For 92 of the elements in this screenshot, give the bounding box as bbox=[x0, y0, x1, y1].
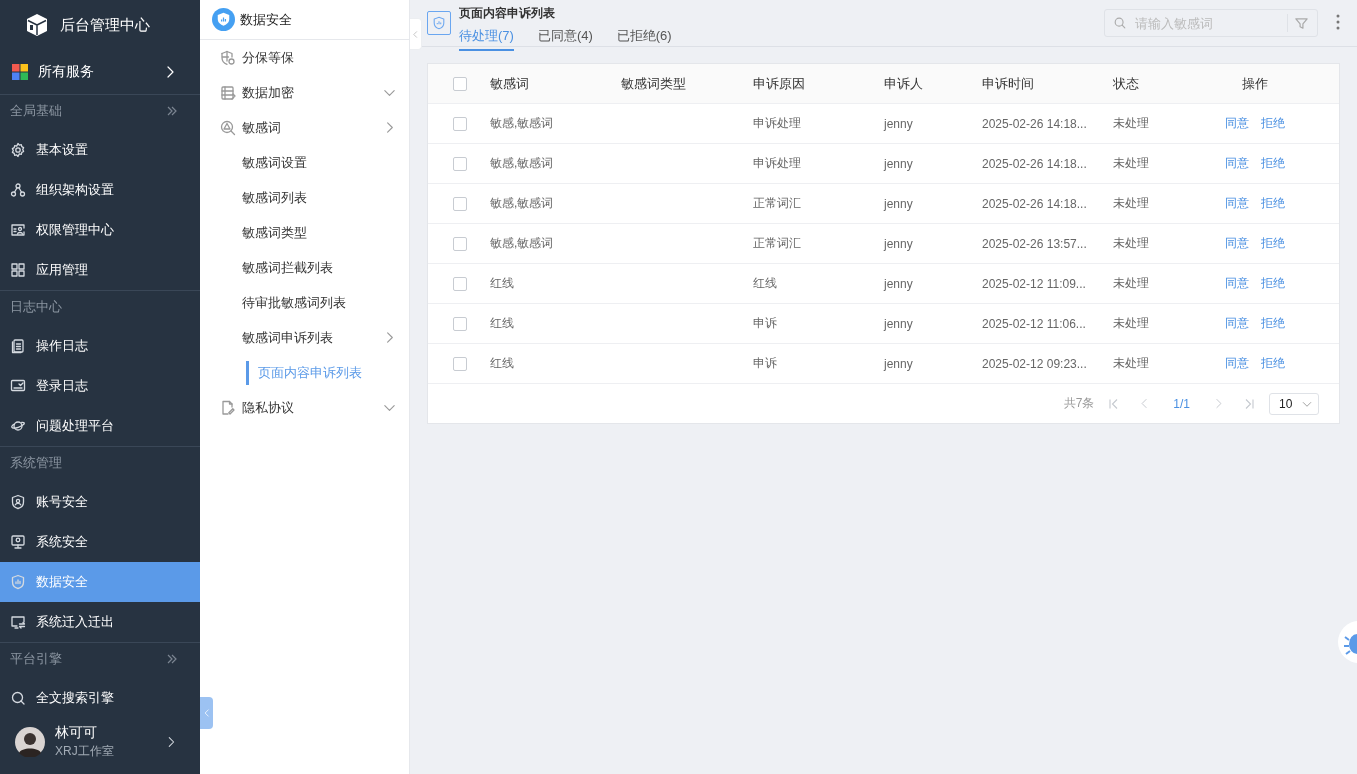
nav-item[interactable]: 基本设置 bbox=[0, 130, 200, 170]
table-cell-text: 未处理 bbox=[1113, 115, 1150, 132]
nav-item[interactable]: 系统安全 bbox=[0, 522, 200, 562]
table-cell-text: jenny bbox=[884, 116, 914, 131]
action-link[interactable]: 拒绝 bbox=[1261, 235, 1285, 252]
table-cell-text: 未处理 bbox=[1113, 315, 1150, 332]
action-link[interactable]: 同意 bbox=[1225, 115, 1249, 132]
column-header: 申诉时间 bbox=[982, 74, 1035, 93]
app-title: 后台管理中心 bbox=[60, 15, 150, 35]
table-cell-text: 红线 bbox=[490, 315, 515, 332]
table-cell-text: 2025-02-26 13:57... bbox=[982, 236, 1088, 251]
nav-item[interactable]: 系统迁入迁出 bbox=[0, 602, 200, 642]
user-organization: XRJ工作室 bbox=[55, 743, 115, 760]
action-link[interactable]: 拒绝 bbox=[1261, 275, 1285, 292]
table-cell-text: 2025-02-12 11:09... bbox=[982, 276, 1087, 291]
table-cell-text: jenny bbox=[884, 316, 914, 331]
table-cell-text: 未处理 bbox=[1113, 355, 1150, 372]
table-cell-text: 申诉处理 bbox=[753, 155, 802, 172]
table-cell-text: 申诉 bbox=[753, 355, 778, 372]
tab[interactable]: 已拒绝(6) bbox=[616, 25, 672, 51]
menu-item[interactable]: 敏感词列表 bbox=[200, 180, 409, 215]
table-cell-text: jenny bbox=[884, 236, 914, 251]
user-name: 林可可 bbox=[55, 724, 98, 742]
action-link[interactable]: 同意 bbox=[1225, 155, 1249, 172]
menu-item[interactable]: 敏感词类型 bbox=[200, 215, 409, 250]
table-cell-text: 敏感,敏感词 bbox=[490, 195, 555, 212]
menu-item[interactable]: 敏感词申诉列表 bbox=[200, 320, 409, 355]
page-size-select[interactable]: 10 bbox=[1269, 392, 1319, 415]
menu-item[interactable]: 待审批敏感词列表 bbox=[200, 285, 409, 320]
group-label: 全局基础 bbox=[10, 101, 62, 120]
menu-item[interactable]: 敏感词 bbox=[200, 110, 409, 145]
group-label: 日志中心 bbox=[10, 297, 62, 316]
page-title: 页面内容申诉列表 bbox=[459, 5, 556, 21]
action-link[interactable]: 同意 bbox=[1225, 195, 1249, 212]
nav-item[interactable]: 操作日志 bbox=[0, 326, 200, 366]
column-header: 申诉人 bbox=[884, 74, 924, 93]
nav-item[interactable]: 应用管理 bbox=[0, 250, 200, 290]
table-cell-text: jenny bbox=[884, 356, 914, 371]
column-header: 敏感词类型 bbox=[621, 74, 687, 93]
table-cell-text: jenny bbox=[884, 196, 914, 211]
nav-item[interactable]: 账号安全 bbox=[0, 482, 200, 522]
action-link[interactable]: 拒绝 bbox=[1261, 155, 1285, 172]
nav-item[interactable]: 组织架构设置 bbox=[0, 170, 200, 210]
table-cell-text: 敏感,敏感词 bbox=[490, 235, 555, 252]
menu-item[interactable]: 敏感词设置 bbox=[200, 145, 409, 180]
nav-item[interactable]: 权限管理中心 bbox=[0, 210, 200, 250]
table-cell-text: 申诉处理 bbox=[753, 115, 802, 132]
action-link[interactable]: 拒绝 bbox=[1261, 115, 1285, 132]
table-cell-text: jenny bbox=[884, 156, 914, 171]
table-cell-text: 2025-02-12 11:06... bbox=[982, 316, 1087, 331]
all-services-item[interactable]: 所有服务 bbox=[0, 50, 200, 95]
column-header: 状态 bbox=[1113, 74, 1140, 93]
table-cell-text: 正常词汇 bbox=[753, 235, 802, 252]
table-cell-text: 2025-02-26 14:18... bbox=[982, 156, 1088, 171]
table-cell-text: 未处理 bbox=[1113, 275, 1150, 292]
table-cell-text: 敏感,敏感词 bbox=[490, 155, 555, 172]
column-header: 敏感词 bbox=[490, 74, 530, 93]
nav-item[interactable]: 登录日志 bbox=[0, 366, 200, 406]
submenu-title: 数据安全 bbox=[240, 10, 292, 29]
table-cell-text: 2025-02-12 09:23... bbox=[982, 356, 1088, 371]
menu-item[interactable]: 分保等保 bbox=[200, 40, 409, 75]
tab[interactable]: 已同意(4) bbox=[537, 25, 593, 51]
menu-item[interactable]: 数据加密 bbox=[200, 75, 409, 110]
table-cell-text: 红线 bbox=[490, 355, 515, 372]
group-label: 平台引擎 bbox=[10, 649, 62, 668]
action-link[interactable]: 同意 bbox=[1225, 235, 1249, 252]
action-link[interactable]: 同意 bbox=[1225, 355, 1249, 372]
nav-item[interactable]: 全文搜索引擎 bbox=[0, 678, 200, 710]
table-cell-text: 申诉 bbox=[753, 315, 778, 332]
table-cell-text: 红线 bbox=[490, 275, 515, 292]
column-header: 申诉原因 bbox=[753, 74, 806, 93]
menu-item[interactable]: 隐私协议 bbox=[200, 390, 409, 425]
table-cell-text: 正常词汇 bbox=[753, 195, 802, 212]
action-link[interactable]: 拒绝 bbox=[1261, 195, 1285, 212]
menu-item[interactable]: 敏感词拦截列表 bbox=[200, 250, 409, 285]
table-cell-text: 2025-02-26 14:18... bbox=[982, 116, 1088, 131]
table-cell-text: jenny bbox=[884, 276, 914, 291]
table-cell-text: 红线 bbox=[753, 275, 778, 292]
nav-item[interactable]: 问题处理平台 bbox=[0, 406, 200, 446]
table-cell-text: 未处理 bbox=[1113, 195, 1150, 212]
total-count: 共7条 bbox=[1063, 395, 1095, 412]
action-link[interactable]: 拒绝 bbox=[1261, 315, 1285, 332]
table-cell-text: 未处理 bbox=[1113, 235, 1150, 252]
column-header: 操作 bbox=[1241, 74, 1269, 93]
table-cell-text: 2025-02-26 14:18... bbox=[982, 196, 1088, 211]
table-cell-text: 敏感,敏感词 bbox=[490, 115, 555, 132]
action-link[interactable]: 同意 bbox=[1225, 315, 1249, 332]
group-label: 系统管理 bbox=[10, 453, 62, 472]
action-link[interactable]: 同意 bbox=[1225, 275, 1249, 292]
action-link[interactable]: 拒绝 bbox=[1261, 355, 1285, 372]
page-indicator: 1/1 bbox=[1172, 396, 1191, 411]
table-cell-text: 未处理 bbox=[1113, 155, 1150, 172]
